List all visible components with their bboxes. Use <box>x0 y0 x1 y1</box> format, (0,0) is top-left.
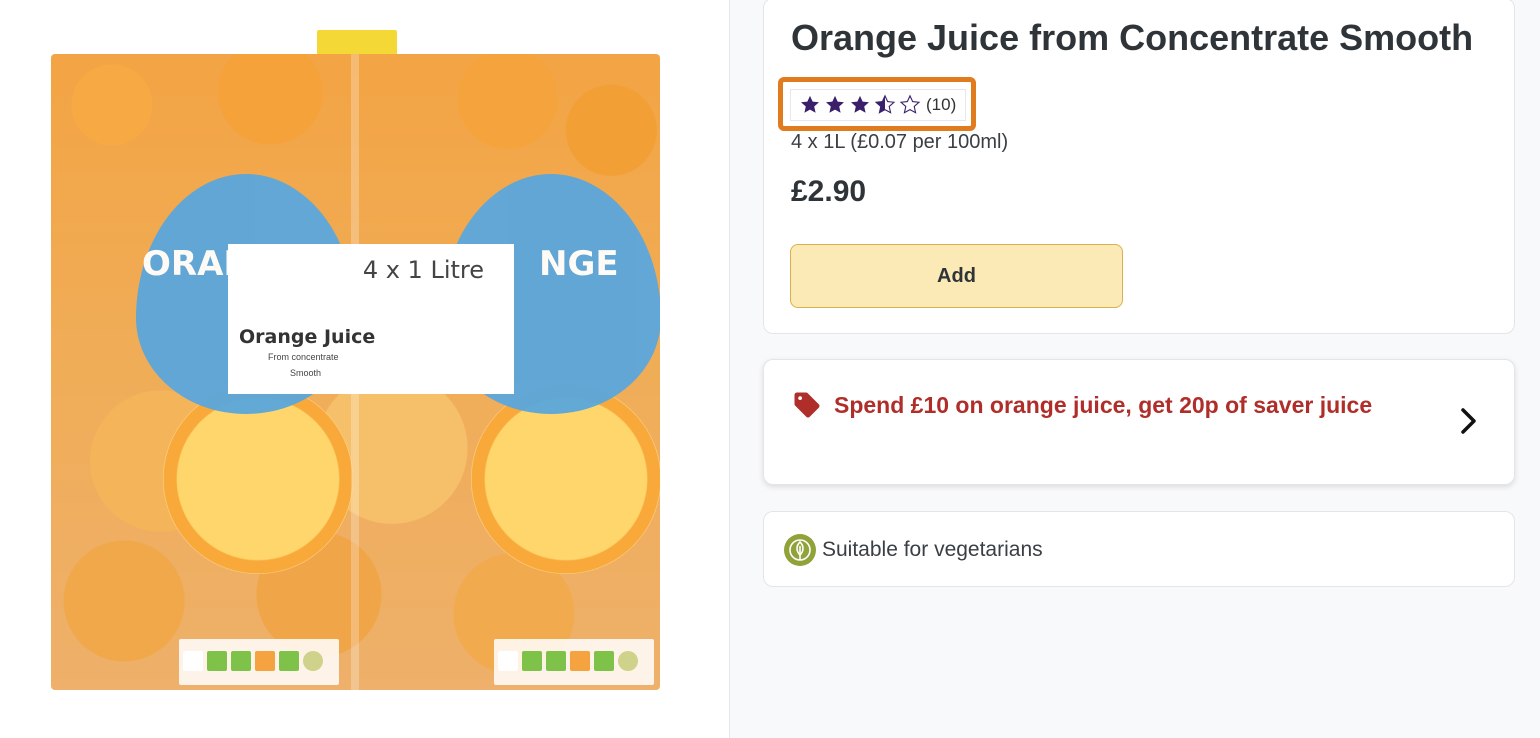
leaf-icon <box>784 534 816 566</box>
dietary-info-card: Suitable for vegetarians <box>763 511 1515 587</box>
offer-text: Spend £10 on orange juice, get 20p of sa… <box>834 392 1373 418</box>
product-details-card: Orange Juice from Concentrate Smooth (10… <box>763 0 1515 334</box>
pack-size-label: 4 x 1 Litre <box>362 256 484 284</box>
pack-size-text: 4 x 1L (£0.07 per 100ml) <box>791 131 1009 153</box>
product-image-panel: ORAN NGE 4 x 1 Litre Orange Juice From c… <box>0 0 730 738</box>
pack-name-label: Orange Juice <box>239 326 376 348</box>
tag-icon <box>794 392 820 418</box>
product-image[interactable]: ORAN NGE 4 x 1 Litre Orange Juice From c… <box>51 30 660 690</box>
offer-banner[interactable]: Spend £10 on orange juice, get 20p of sa… <box>763 359 1515 485</box>
add-to-basket-button[interactable]: Add <box>790 244 1123 308</box>
rating-count: (10) <box>926 95 957 114</box>
pack-body: ORAN NGE 4 x 1 Litre Orange Juice From c… <box>51 54 660 690</box>
star-empty-icon <box>899 94 921 114</box>
pack-sub-label: Smooth <box>290 368 322 378</box>
product-rating[interactable]: (10) <box>790 89 966 121</box>
vegetarian-label: Suitable for vegetarians <box>822 538 1043 561</box>
star-full-icon <box>851 95 869 113</box>
star-full-icon <box>801 95 819 113</box>
product-price: £2.90 <box>791 175 867 208</box>
pack-label: 4 x 1 Litre Orange Juice From concentrat… <box>228 244 514 394</box>
nutrition-label <box>494 639 654 685</box>
chevron-right-icon <box>1461 408 1476 434</box>
pack-sub-label: From concentrate <box>268 352 339 362</box>
drop-brand-text: NGE <box>539 244 619 284</box>
star-half-icon <box>874 94 896 114</box>
star-full-icon <box>826 95 844 113</box>
product-title: Orange Juice from Concentrate Smooth <box>791 17 1474 58</box>
nutrition-label <box>179 639 339 685</box>
